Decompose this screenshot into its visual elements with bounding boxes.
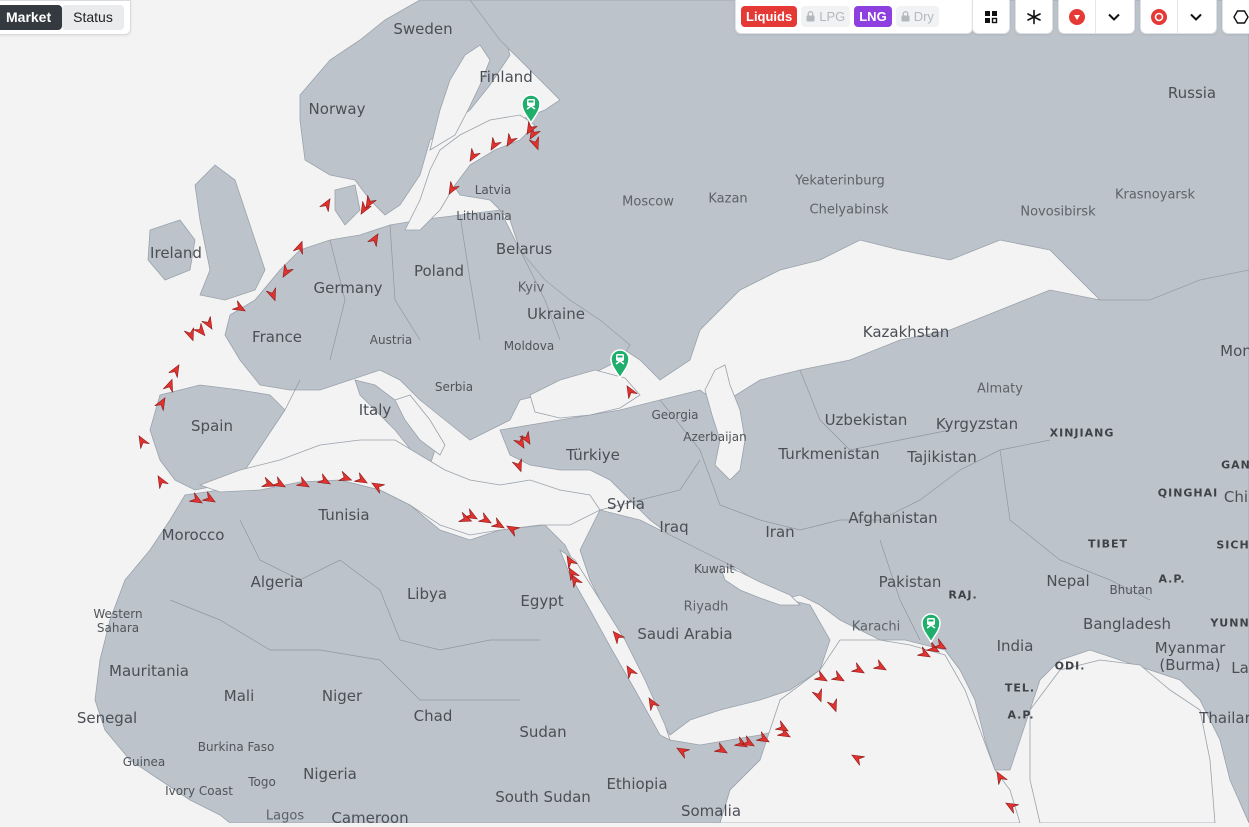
sparkle-icon [1016,0,1052,33]
cargo-filter-bar: Liquids LPG LNG Dry [735,0,973,34]
status-tab[interactable]: Status [62,5,124,30]
grid-button[interactable] [972,0,1010,34]
terminal-marker-icon[interactable] [921,613,941,643]
terminal-marker-icon[interactable] [610,349,630,379]
vessel-layer-dropdown[interactable] [1058,0,1135,34]
lpg-filter[interactable]: LPG [801,6,851,27]
lock-icon [901,11,910,22]
grid-icon [973,0,1009,33]
lng-filter[interactable]: LNG [854,6,892,27]
hexagon-icon [1223,0,1249,33]
dry-label: Dry [913,9,934,24]
liquids-label: Liquids [746,9,793,24]
map-canvas[interactable]: Sweden Finland Norway Russia Latvia Lith… [0,0,1249,827]
lock-icon [806,11,815,22]
market-tab[interactable]: Market [0,5,63,30]
liquids-filter[interactable]: Liquids [741,6,798,27]
terminal-marker-icon[interactable] [521,94,541,124]
terminal-marker-icon [1141,0,1177,33]
terminal-layer-dropdown[interactable] [1140,0,1217,34]
hexagon-button[interactable] [1222,0,1249,34]
lng-label: LNG [859,9,887,24]
view-toggle: Market Status [0,0,131,35]
chevron-down-icon[interactable] [1096,0,1132,33]
lpg-label: LPG [819,9,846,24]
sparkle-button[interactable] [1015,0,1053,34]
map-basemap [0,0,1249,823]
vessel-marker-icon [1059,0,1095,33]
chevron-down-icon[interactable] [1178,0,1214,33]
dry-filter[interactable]: Dry [895,6,939,27]
